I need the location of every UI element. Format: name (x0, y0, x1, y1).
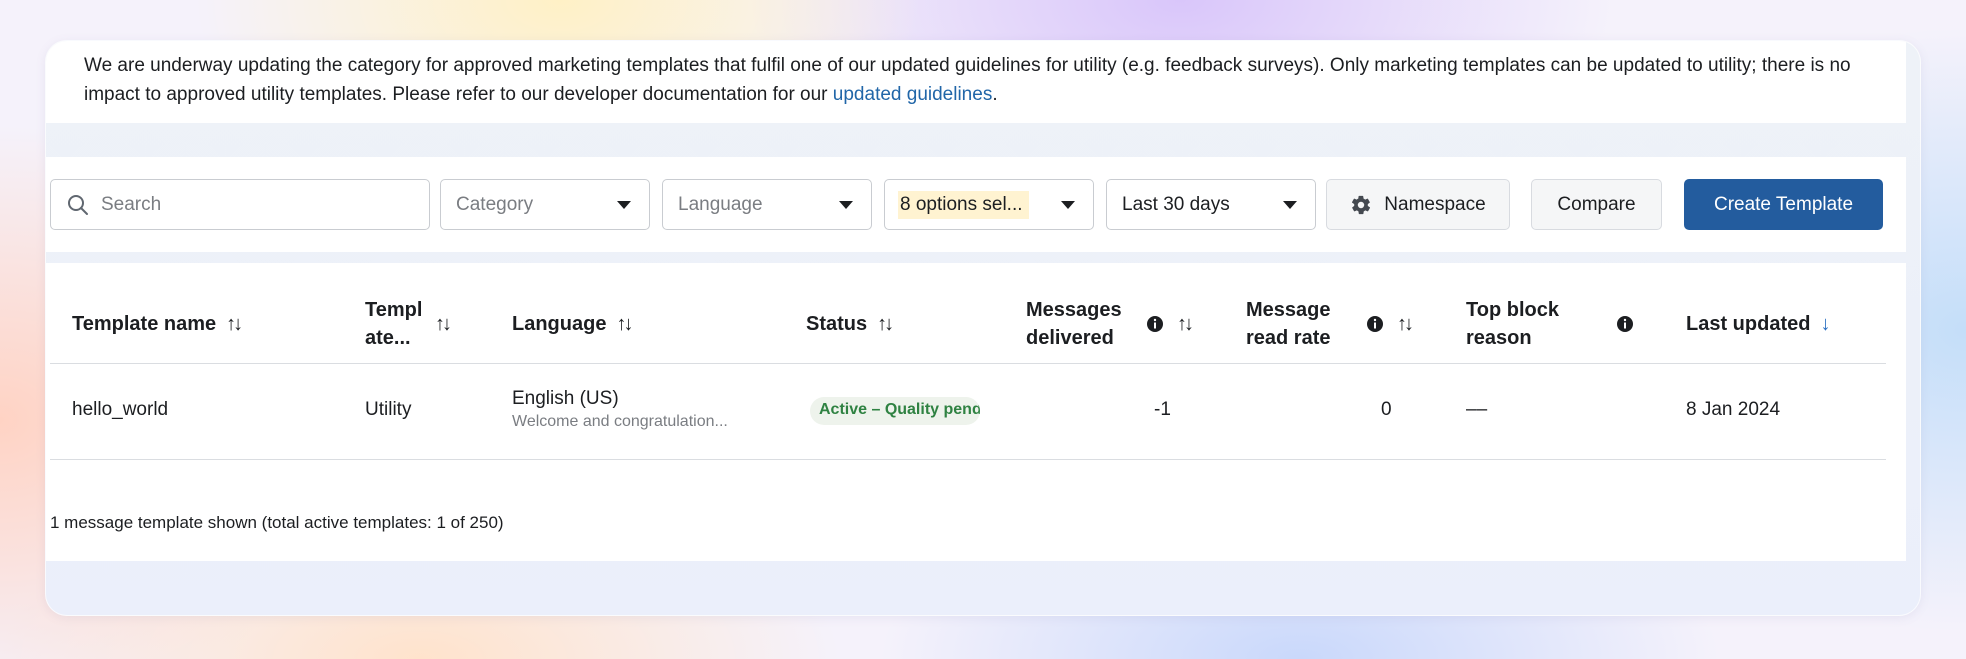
create-template-label: Create Template (1713, 193, 1854, 215)
info-icon[interactable] (1146, 315, 1164, 333)
header-category[interactable]: Templ ate... ↑↓ (365, 295, 452, 353)
header-last-updated[interactable]: Last updated ↓ (1686, 295, 1830, 353)
filter-toolbar: Category Language 8 options sel... Last … (46, 157, 1906, 252)
caret-down-icon (839, 200, 853, 209)
category-dropdown[interactable]: Category (440, 179, 650, 230)
language-dropdown[interactable]: Language (662, 179, 872, 230)
header-divider (50, 363, 1886, 364)
language-dropdown-label: Language (678, 193, 763, 215)
date-range-label: Last 30 days (1122, 193, 1230, 215)
header-top-block-reason: Top block reason (1466, 295, 1634, 353)
sort-desc-icon[interactable]: ↓ (1820, 310, 1830, 338)
header-messages-delivered[interactable]: Messages delivered ↑↓ (1026, 295, 1194, 353)
cell-last-updated: 8 Jan 2024 (1686, 399, 1781, 420)
sort-icon[interactable]: ↑↓ (226, 310, 243, 338)
sort-icon[interactable]: ↑↓ (1177, 310, 1194, 338)
updated-guidelines-link[interactable]: updated guidelines (833, 84, 993, 105)
cell-category: Utility (365, 399, 412, 420)
compare-button-label: Compare (1557, 193, 1636, 215)
info-icon[interactable] (1366, 315, 1384, 333)
cell-messages-delivered: -1 (1154, 399, 1171, 420)
notice-text-end: . (992, 84, 998, 105)
caret-down-icon (617, 200, 631, 209)
status-badge: Active – Quality pending (810, 397, 980, 425)
caret-down-icon (1061, 200, 1075, 209)
gear-icon (1352, 195, 1371, 214)
header-message-read-rate[interactable]: Message read rate ↑↓ (1246, 295, 1414, 353)
date-range-dropdown[interactable]: Last 30 days (1106, 179, 1316, 230)
namespace-button-label: Namespace (1384, 193, 1486, 215)
sort-icon[interactable]: ↑↓ (616, 310, 633, 338)
sort-icon[interactable]: ↑↓ (435, 310, 452, 338)
info-icon[interactable] (1616, 315, 1634, 333)
compare-button[interactable]: Compare (1531, 179, 1662, 230)
category-dropdown-label: Category (456, 193, 534, 215)
header-language[interactable]: Language ↑↓ (512, 295, 633, 353)
cell-template-name[interactable]: hello_world (72, 399, 168, 421)
caret-down-icon (1283, 200, 1297, 209)
cell-block-reason: –– (1466, 399, 1488, 420)
templates-table-card: Template name ↑↓ Templ ate... ↑↓ Languag… (46, 263, 1906, 561)
cell-language: English (US) Welcome and congratulation.… (512, 388, 728, 430)
search-box[interactable] (50, 179, 430, 230)
sort-icon[interactable]: ↑↓ (877, 310, 894, 338)
status-filter-dropdown[interactable]: 8 options sel... (884, 179, 1094, 230)
search-icon (68, 194, 88, 215)
search-input[interactable] (101, 193, 401, 216)
namespace-button[interactable]: Namespace (1326, 179, 1510, 230)
table-footer-summary: 1 message template shown (total active t… (50, 513, 504, 532)
app-frame: We are underway updating the category fo… (45, 40, 1921, 616)
status-filter-label: 8 options sel... (898, 190, 1029, 219)
guideline-notice: We are underway updating the category fo… (46, 41, 1906, 123)
cell-preview: Welcome and congratulation... (512, 413, 728, 430)
sort-icon[interactable]: ↑↓ (1397, 310, 1414, 338)
cell-read-rate: 0 (1381, 399, 1392, 420)
header-template-name[interactable]: Template name ↑↓ (72, 295, 243, 353)
row-divider (50, 459, 1886, 460)
create-template-button[interactable]: Create Template (1684, 179, 1883, 230)
header-status[interactable]: Status ↑↓ (806, 295, 894, 353)
